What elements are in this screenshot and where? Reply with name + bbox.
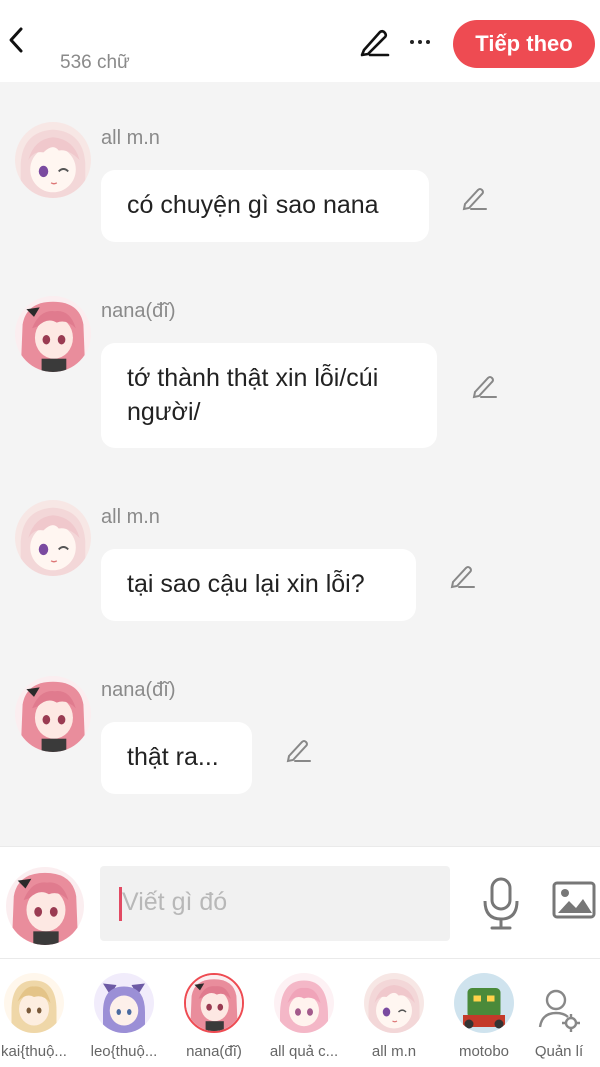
input-placeholder: Viết gì đó <box>122 888 228 916</box>
character-name: all quả c... <box>269 1043 339 1060</box>
message-bubble[interactable]: thật ra... <box>101 722 252 794</box>
pencil-icon <box>450 566 475 589</box>
voice-button[interactable] <box>480 877 522 931</box>
character-selector: kai{thuộ... leo{thuộ... nana(đĩ) all quả… <box>0 958 600 1067</box>
word-count: 536 chữ <box>60 52 130 73</box>
microphone-icon <box>483 877 519 930</box>
more-horizontal-icon <box>410 40 414 44</box>
manage-characters-button[interactable]: Quản lí <box>514 959 600 1067</box>
edit-story-button[interactable] <box>356 24 392 60</box>
user-settings-icon <box>536 987 582 1038</box>
pencil-icon <box>286 740 311 763</box>
character-item[interactable]: nana(đĩ) <box>169 959 259 1067</box>
avatar <box>4 973 64 1033</box>
character-name: all m.n <box>371 1043 417 1060</box>
chevron-left-icon <box>9 27 23 53</box>
message-bubble[interactable]: có chuyện gì sao nana <box>101 170 429 242</box>
character-item[interactable]: all m.n <box>349 959 439 1067</box>
avatar <box>274 973 334 1033</box>
edit-message-button[interactable] <box>460 184 488 212</box>
avatar <box>454 973 514 1033</box>
character-name: nana(đĩ) <box>186 1043 242 1060</box>
image-button[interactable] <box>552 881 596 921</box>
image-icon <box>552 881 596 919</box>
character-name: kai{thuộ... <box>1 1043 67 1060</box>
message-composer: Viết gì đó <box>0 846 600 958</box>
pencil-icon <box>360 29 390 57</box>
character-item[interactable]: kai{thuộ... <box>0 959 79 1067</box>
edit-message-button[interactable] <box>470 372 498 400</box>
edit-message-button[interactable] <box>284 736 312 764</box>
avatar[interactable] <box>15 500 91 576</box>
more-options-button[interactable] <box>404 24 436 60</box>
pencil-icon <box>472 376 497 399</box>
avatar <box>184 973 244 1033</box>
avatar[interactable] <box>15 122 91 198</box>
sender-name: nana(đĩ) <box>101 300 176 322</box>
character-item[interactable]: leo{thuộ... <box>79 959 169 1067</box>
edit-message-button[interactable] <box>448 562 476 590</box>
back-button[interactable] <box>4 24 28 56</box>
avatar[interactable] <box>15 296 91 372</box>
avatar <box>364 973 424 1033</box>
avatar[interactable] <box>15 676 91 752</box>
current-character-avatar[interactable] <box>6 867 84 945</box>
next-button[interactable]: Tiếp theo <box>453 20 595 68</box>
pencil-icon <box>462 188 487 211</box>
message-bubble[interactable]: tại sao cậu lại xin lỗi? <box>101 549 416 621</box>
avatar <box>94 973 154 1033</box>
character-item[interactable]: all quả c... <box>259 959 349 1067</box>
top-bar: 536 chữ Tiếp theo <box>0 0 600 82</box>
character-name: Quản lí <box>534 1043 584 1060</box>
sender-name: nana(đĩ) <box>101 679 176 701</box>
character-name: leo{thuộ... <box>90 1043 158 1060</box>
message-bubble[interactable]: tớ thành thật xin lỗi/cúi người/ <box>101 343 437 448</box>
sender-name: all m.n <box>101 506 160 528</box>
message-input[interactable]: Viết gì đó <box>100 866 450 941</box>
sender-name: all m.n <box>101 127 160 149</box>
